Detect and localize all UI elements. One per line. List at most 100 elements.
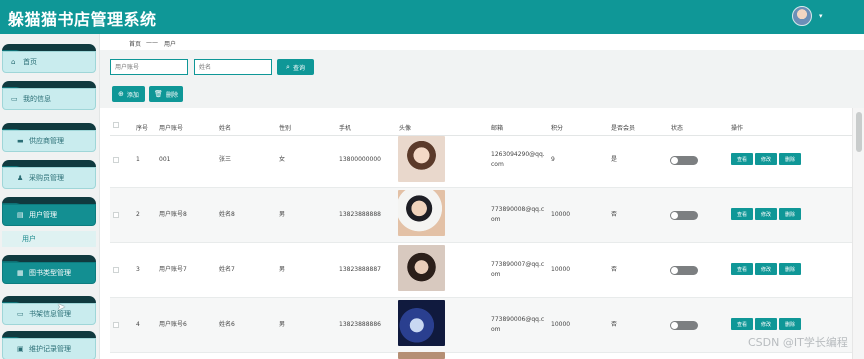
cell-points: 10000 xyxy=(551,266,571,273)
edit-button[interactable]: 修改 xyxy=(755,208,777,220)
select-all-checkbox[interactable] xyxy=(113,122,119,128)
plus-circle-icon: ⊕ xyxy=(118,90,124,98)
sidebar-item-label: 采购员管理 xyxy=(29,174,64,182)
cell-email: 773890008@qq.c om xyxy=(491,206,545,223)
sidebar-item-supplier[interactable]: ▬ 供应商管理 xyxy=(2,123,96,155)
sidebar-item-label: 维护记录管理 xyxy=(29,345,71,353)
status-toggle[interactable] xyxy=(670,211,698,220)
cell-index: 4 xyxy=(136,321,140,328)
cell-account: 用户账号8 xyxy=(159,211,187,218)
list-icon: ▤ xyxy=(17,211,24,219)
vertical-scrollbar[interactable] xyxy=(852,108,864,359)
watermark: CSDN @IT学长编程 xyxy=(748,336,848,349)
sidebar-item-maintenance[interactable]: ▣ 维护记录管理 xyxy=(2,331,96,359)
column-header-gender: 性别 xyxy=(279,125,292,132)
status-toggle[interactable] xyxy=(670,321,698,330)
user-avatar-photo xyxy=(398,136,445,182)
cell-points: 9 xyxy=(551,156,555,163)
user-avatar-photo xyxy=(398,300,445,346)
sidebar-item-label: 用户管理 xyxy=(29,211,57,219)
user-avatar-photo xyxy=(398,190,445,236)
top-bar: 躲猫猫书店管理系统 ▾ xyxy=(0,0,864,34)
cell-account: 001 xyxy=(159,156,171,163)
cell-member: 否 xyxy=(611,321,618,328)
edit-button[interactable]: 修改 xyxy=(755,153,777,165)
cell-index: 2 xyxy=(136,211,140,218)
sidebar-item-home[interactable]: ⌂ 首页 xyxy=(2,44,96,76)
sidebar-item-bookshelf[interactable]: ▭ 书架信息管理 xyxy=(2,296,96,328)
search-button[interactable]: ⌕ 查询 xyxy=(277,59,314,75)
row-checkbox[interactable] xyxy=(113,322,119,328)
view-button[interactable]: 查看 xyxy=(731,208,753,220)
view-button[interactable]: 查看 xyxy=(731,318,753,330)
bulk-delete-button[interactable]: 🗑 删除 xyxy=(149,86,183,102)
sidebar-item-label: 我的信息 xyxy=(23,95,51,103)
cell-gender: 男 xyxy=(279,321,286,328)
user-avatar-photo xyxy=(398,245,445,291)
column-header-points: 积分 xyxy=(551,125,564,132)
table-row: 3 用户账号7 姓名7 男 13823888887 773890007@qq.c… xyxy=(110,243,852,298)
breadcrumb-separator: —— xyxy=(146,39,158,46)
column-header-avatar: 头像 xyxy=(399,125,412,132)
filter-bar: ⌕ 查询 ⊕ 添加 🗑 删除 xyxy=(100,50,864,108)
user-avatar[interactable] xyxy=(792,6,812,26)
status-toggle[interactable] xyxy=(670,156,698,165)
cell-email: 1263094290@qq. com xyxy=(491,151,545,168)
row-checkbox[interactable] xyxy=(113,267,119,273)
add-button[interactable]: ⊕ 添加 xyxy=(112,86,145,102)
cell-name: 张三 xyxy=(219,156,232,163)
table-row: 4 用户账号6 姓名6 男 13823888886 773890006@qq.c… xyxy=(110,298,852,353)
cell-index: 1 xyxy=(136,156,140,163)
column-header-phone: 手机 xyxy=(339,125,352,132)
edit-button[interactable]: 修改 xyxy=(755,318,777,330)
status-toggle[interactable] xyxy=(670,266,698,275)
sidebar: ⌂ 首页 ▭ 我的信息 ▬ 供应商管理 ♟ 采购员管理 ▤ 用户管理 用户 ▦ 图书类型管理… xyxy=(0,34,100,359)
monitor-icon: ▭ xyxy=(17,310,24,318)
card-icon: ▬ xyxy=(17,137,24,145)
cell-name: 姓名8 xyxy=(219,211,235,218)
sidebar-item-user-management[interactable]: ▤ 用户管理 xyxy=(2,197,96,229)
cell-member: 否 xyxy=(611,266,618,273)
delete-button[interactable]: 删除 xyxy=(779,263,801,275)
sidebar-subitem-user[interactable]: 用户 xyxy=(2,231,96,247)
breadcrumb: 首页 —— 用户 xyxy=(100,34,864,50)
column-header-member: 是否会员 xyxy=(611,125,636,132)
sidebar-item-purchaser[interactable]: ♟ 采购员管理 xyxy=(2,160,96,192)
cell-email: 773890006@qq.c om xyxy=(491,316,545,333)
breadcrumb-home[interactable]: 首页 xyxy=(129,39,141,48)
sidebar-item-my-info[interactable]: ▭ 我的信息 xyxy=(2,81,96,113)
column-header-status: 状态 xyxy=(671,125,684,132)
grid-icon: ▦ xyxy=(17,269,24,277)
cell-gender: 女 xyxy=(279,156,286,163)
scrollbar-thumb[interactable] xyxy=(856,112,862,152)
id-card-icon: ▭ xyxy=(11,95,18,103)
row-checkbox[interactable] xyxy=(113,157,119,163)
row-checkbox[interactable] xyxy=(113,212,119,218)
column-header-account: 用户账号 xyxy=(159,125,184,132)
user-avatar-photo xyxy=(398,352,445,359)
cell-phone: 13823888887 xyxy=(339,266,381,273)
table-row: 1 001 张三 女 13800000000 1263094290@qq. com… xyxy=(110,133,852,188)
cell-phone: 13800000000 xyxy=(339,156,381,163)
delete-button[interactable]: 删除 xyxy=(779,208,801,220)
view-button[interactable]: 查看 xyxy=(731,263,753,275)
cell-account: 用户账号7 xyxy=(159,266,187,273)
app-title: 躲猫猫书店管理系统 xyxy=(8,10,157,29)
sidebar-item-book-type[interactable]: ▦ 图书类型管理 xyxy=(2,255,96,287)
cell-phone: 13823888888 xyxy=(339,211,381,218)
account-search-input[interactable] xyxy=(110,59,188,75)
chevron-down-icon[interactable]: ▾ xyxy=(819,12,823,20)
name-search-input[interactable] xyxy=(194,59,272,75)
edit-button[interactable]: 修改 xyxy=(755,263,777,275)
cell-email: 773890007@qq.c om xyxy=(491,261,545,278)
chat-icon: ▣ xyxy=(17,345,24,353)
cell-member: 是 xyxy=(611,156,618,163)
delete-button[interactable]: 删除 xyxy=(779,153,801,165)
view-button[interactable]: 查看 xyxy=(731,153,753,165)
person-icon: ♟ xyxy=(17,174,24,182)
search-icon: ⌕ xyxy=(286,62,290,71)
cell-points: 10000 xyxy=(551,321,571,328)
delete-button[interactable]: 删除 xyxy=(779,318,801,330)
cell-name: 姓名6 xyxy=(219,321,235,328)
pointer-cursor-icon: ➤ xyxy=(57,302,66,313)
